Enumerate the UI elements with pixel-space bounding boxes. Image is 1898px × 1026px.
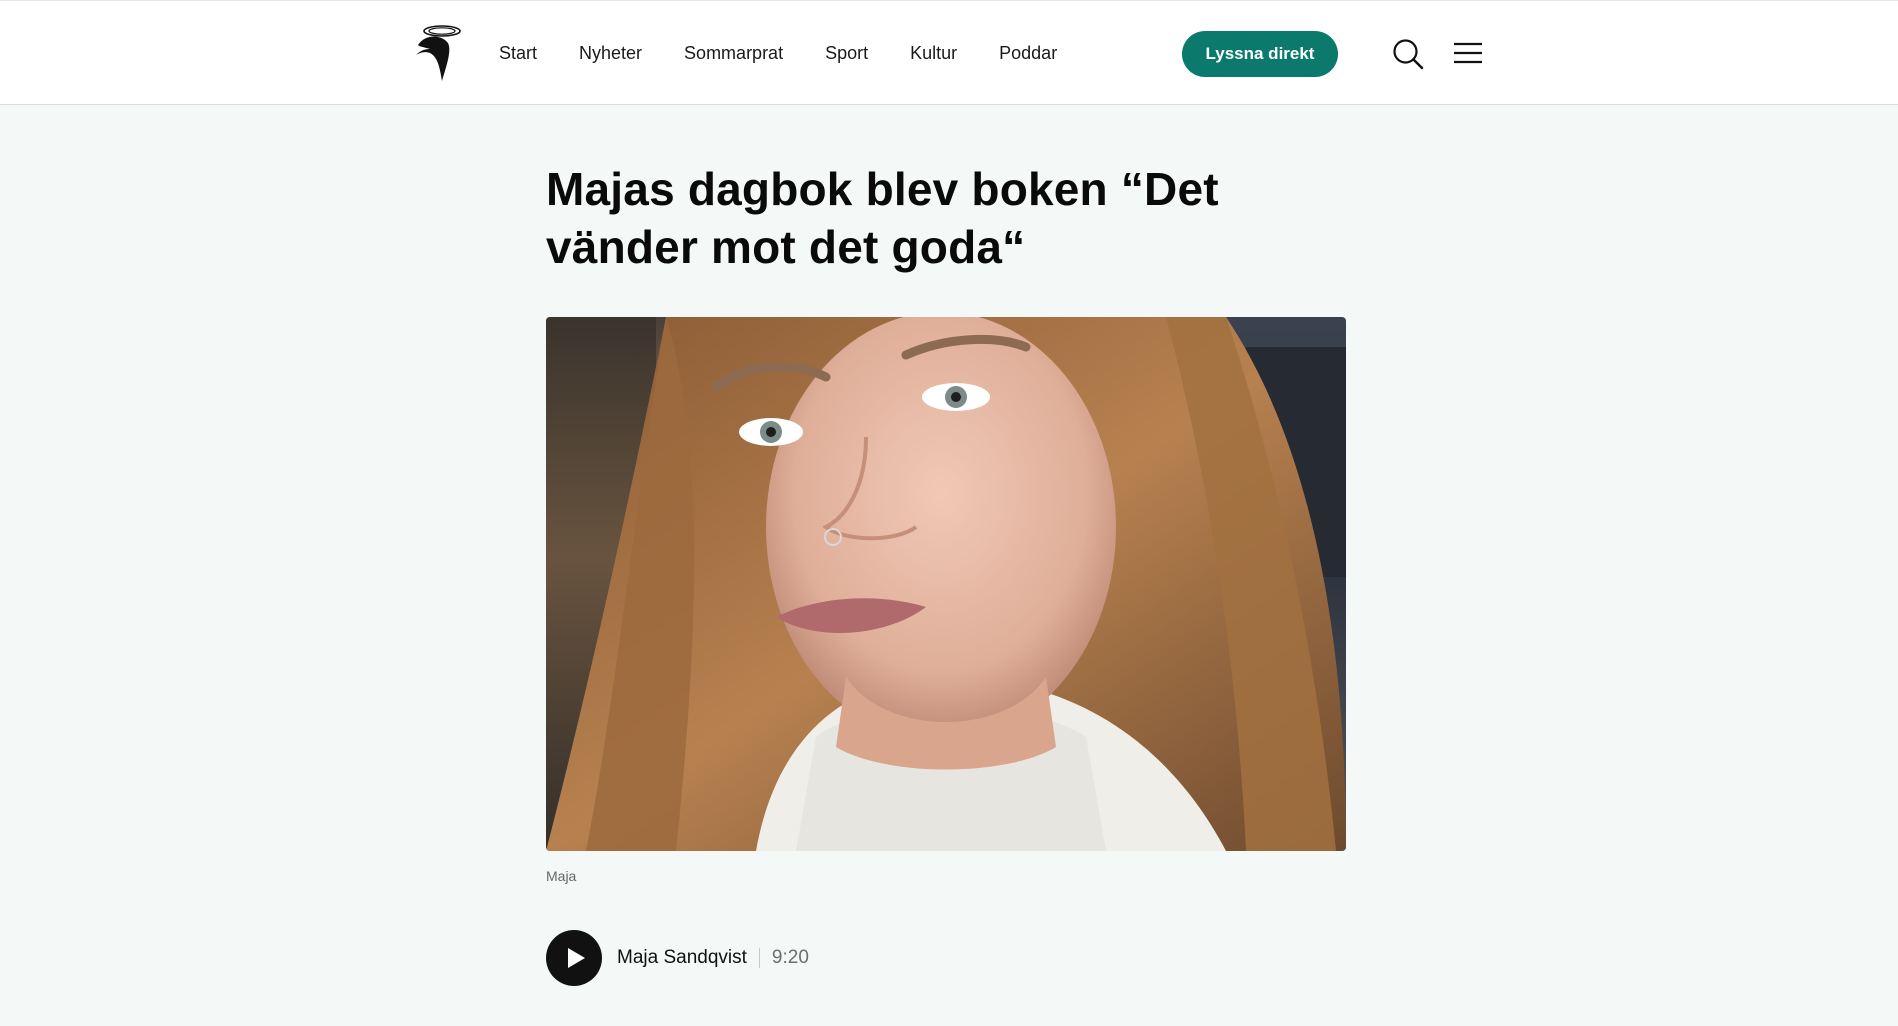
nav-kultur[interactable]: Kultur [910,43,957,64]
nav-sommarprat[interactable]: Sommarprat [684,43,783,64]
sveriges-radio-logo[interactable] [412,23,464,83]
audio-player: Maja Sandqvist 9:20 [546,930,809,986]
divider [758,948,760,968]
listen-live-button[interactable]: Lyssna direkt [1182,31,1338,77]
image-caption: Maja [546,868,577,884]
article-title: Majas dagbok blev boken “Det vänder mot … [546,163,1219,273]
nav-nyheter[interactable]: Nyheter [579,43,642,64]
nav-poddar[interactable]: Poddar [999,43,1057,64]
nav-sport[interactable]: Sport [825,43,868,64]
nav-start[interactable]: Start [499,43,537,64]
portrait-photo [546,317,1346,851]
top-navigation-bar: Start Nyheter Sommarprat Sport Kultur Po… [0,0,1898,105]
play-button[interactable] [546,930,602,986]
article-hero-image [546,317,1346,851]
search-icon[interactable] [1392,38,1424,70]
main-nav: Start Nyheter Sommarprat Sport Kultur Po… [499,1,1099,106]
episode-title[interactable]: Maja Sandqvist [617,947,747,969]
play-icon [568,948,585,968]
episode-duration: 9:20 [771,947,809,968]
hamburger-menu-icon[interactable] [1453,41,1483,65]
